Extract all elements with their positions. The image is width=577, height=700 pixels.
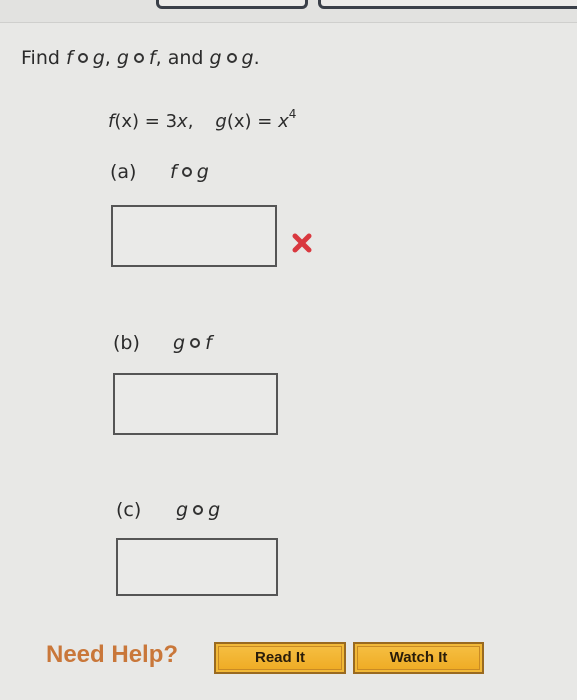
compose-operator-icon <box>190 337 201 348</box>
top-toolbar-strip <box>0 0 577 23</box>
composition-1-sep: , <box>104 47 111 69</box>
part-a-outer: f <box>170 161 177 183</box>
part-b-label: (b) g f <box>113 332 212 354</box>
answer-input-c[interactable] <box>116 538 278 596</box>
part-b-outer: g <box>173 332 186 354</box>
f-variable: x <box>177 111 188 132</box>
g-name: g <box>215 111 227 132</box>
part-a-inner: g <box>196 161 209 183</box>
composition-3-sep: . <box>253 47 260 69</box>
composition-3-inner: g <box>241 47 254 69</box>
part-c-inner: g <box>208 499 221 521</box>
composition-2-inner: f <box>148 47 156 69</box>
g-variable: x <box>278 111 289 132</box>
part-b-inner: f <box>205 332 212 354</box>
composition-2-sep: , and <box>155 47 204 69</box>
composition-1-outer: f <box>65 47 73 69</box>
answer-input-b[interactable] <box>113 373 278 435</box>
compose-operator-icon <box>193 504 204 515</box>
part-b-letter: (b) <box>113 332 140 354</box>
g-definition: (x) = <box>226 111 279 132</box>
part-a-label: (a) f g <box>110 161 209 183</box>
part-a-letter: (a) <box>110 161 137 183</box>
composition-1-inner: g <box>92 47 105 69</box>
need-help-label: Need Help? <box>46 641 179 668</box>
part-c-letter: (c) <box>116 499 142 521</box>
f-definition: (x) = 3 <box>114 111 178 132</box>
question-prompt: Find f g, g f, and g g. <box>21 47 260 69</box>
g-exponent: 4 <box>288 107 297 121</box>
x-mark-icon <box>292 233 312 253</box>
part-c-outer: g <box>176 499 189 521</box>
question-prefix: Find <box>21 47 60 69</box>
compose-operator-icon <box>181 166 192 177</box>
composition-3-outer: g <box>209 47 222 69</box>
top-tab-2[interactable] <box>318 0 577 9</box>
watch-it-button[interactable]: Watch It <box>353 642 484 674</box>
compose-operator-icon <box>226 52 237 63</box>
part-c-label: (c) g g <box>116 499 220 521</box>
composition-2-outer: g <box>116 47 129 69</box>
compose-operator-icon <box>133 52 144 63</box>
top-tab-1[interactable] <box>156 0 308 9</box>
given-functions: f(x) = 3x, g(x) = x4 <box>108 107 297 132</box>
f-separator: , <box>187 111 194 132</box>
answer-input-a[interactable] <box>111 205 277 267</box>
read-it-button[interactable]: Read It <box>214 642 346 674</box>
compose-operator-icon <box>77 52 88 63</box>
